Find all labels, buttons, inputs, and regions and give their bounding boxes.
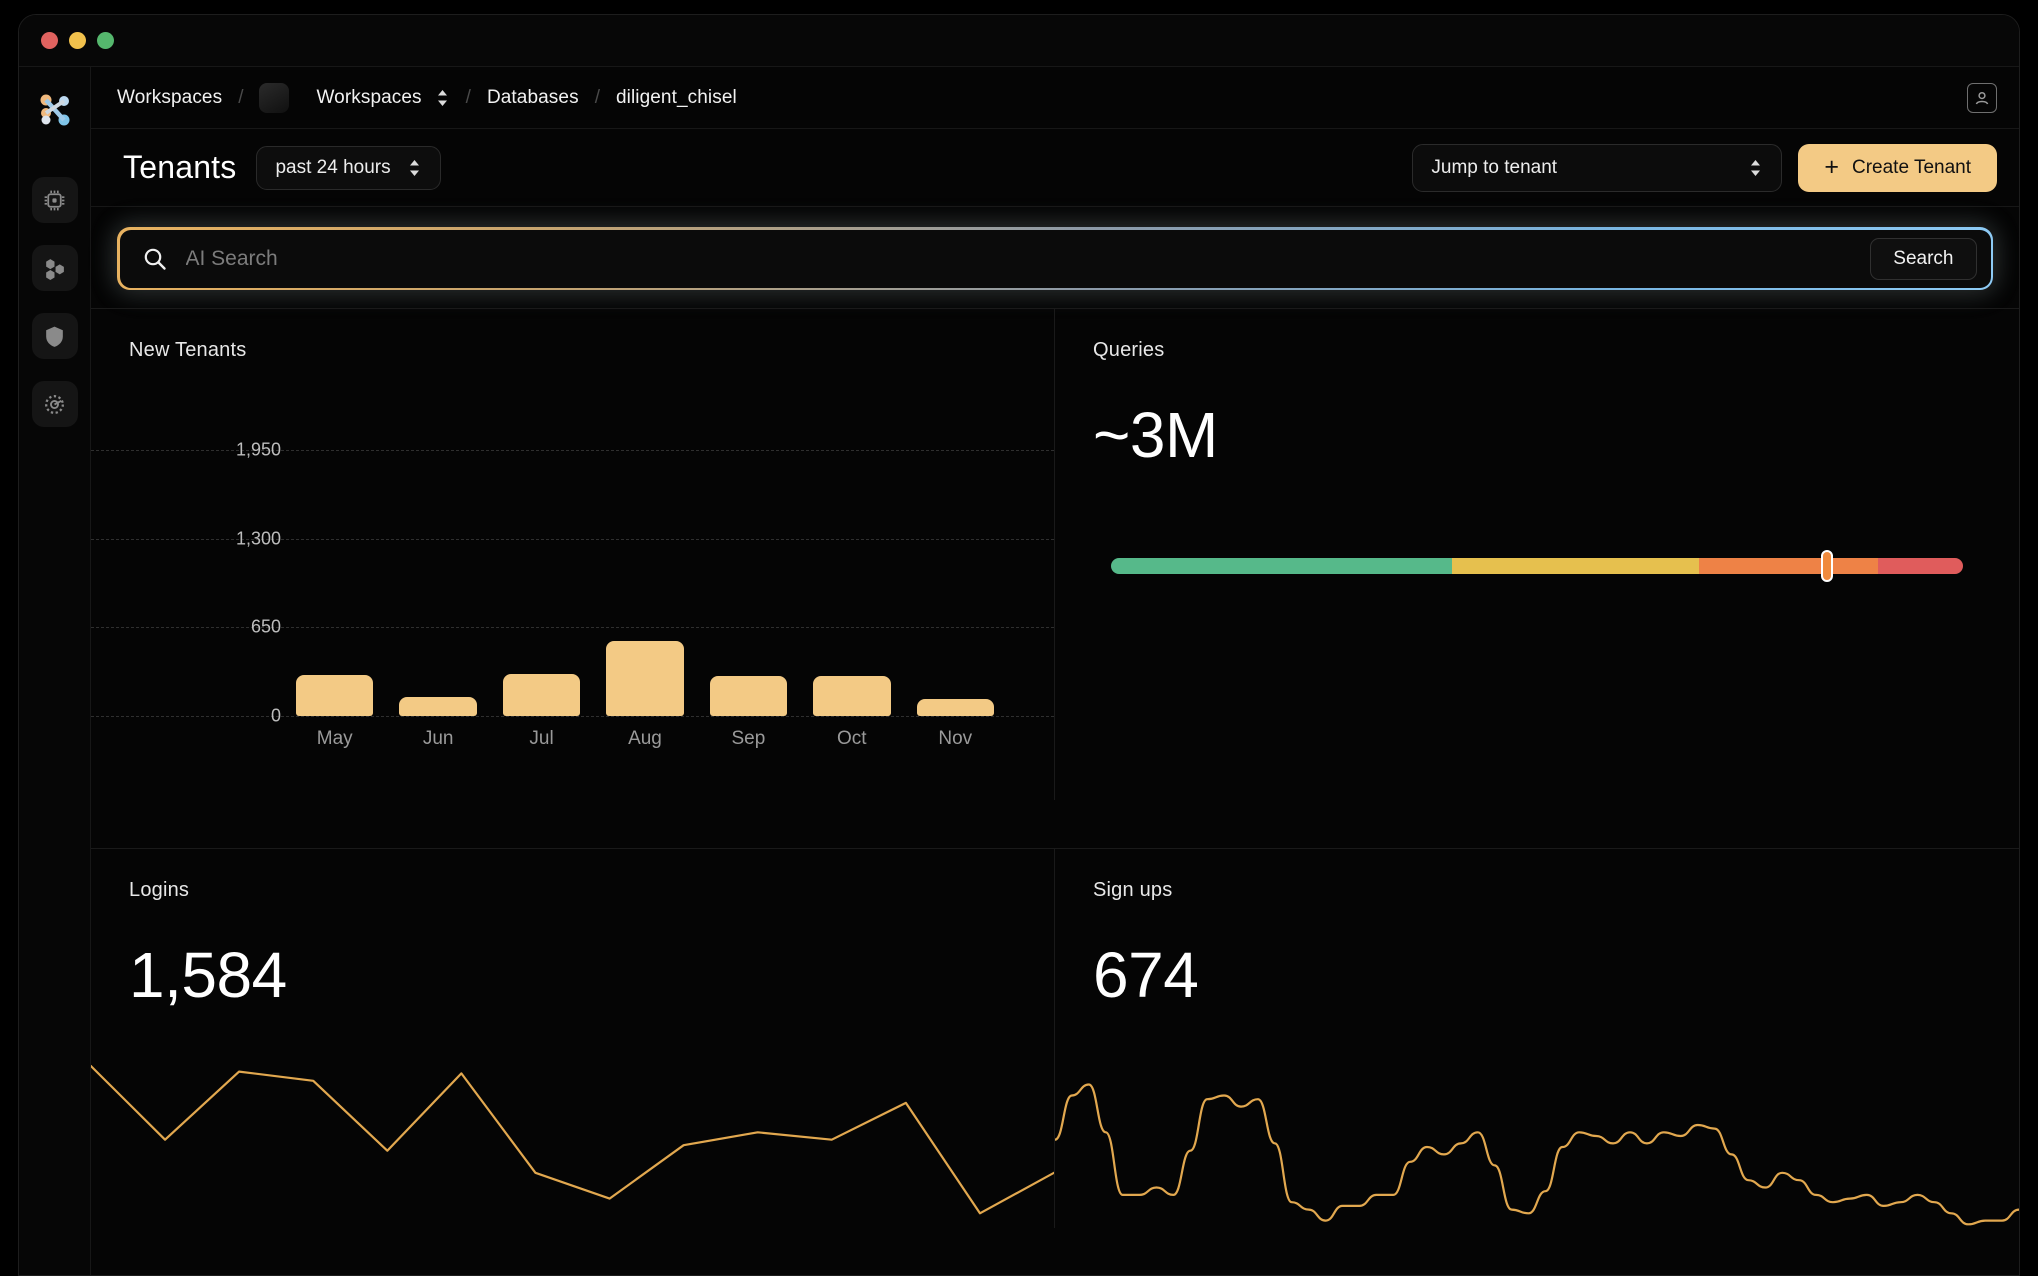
queries-gauge — [1111, 558, 1963, 574]
y-axis-tick-label: 1,300 — [235, 528, 281, 549]
bar-column — [606, 641, 684, 716]
sidebar — [19, 67, 91, 1275]
bar-column — [916, 698, 994, 716]
hexagons-icon — [46, 258, 64, 280]
sparkline-path — [91, 1066, 1054, 1213]
bar-column — [296, 675, 374, 716]
bar-group — [296, 416, 994, 716]
breadcrumb: Workspaces / Workspaces / Databases / di… — [91, 67, 2019, 129]
create-tenant-button[interactable]: + Create Tenant — [1798, 143, 1997, 192]
bar-column — [502, 674, 581, 716]
bar-column — [813, 676, 891, 716]
queries-gauge-marker[interactable] — [1820, 550, 1833, 582]
create-tenant-label: Create Tenant — [1851, 156, 1971, 178]
account-icon[interactable] — [1967, 82, 1997, 113]
x-axis-tick-label: Oct — [837, 728, 867, 749]
chip-icon — [44, 190, 65, 210]
jump-to-tenant-label: Jump to tenant — [1431, 156, 1558, 178]
bar-column — [399, 696, 477, 716]
bar[interactable] — [399, 696, 477, 716]
bar[interactable] — [709, 676, 788, 716]
sidebar-item-settings[interactable] — [31, 381, 78, 427]
window-controls — [41, 32, 114, 49]
app-body: Workspaces / Workspaces / Databases / di… — [19, 67, 2019, 1275]
workspace-avatar — [259, 82, 290, 113]
panel-title-signups: Sign ups — [1093, 878, 1173, 901]
breadcrumb-workspace-select[interactable]: Workspaces — [259, 82, 449, 113]
time-range-label: past 24 hours — [275, 156, 391, 178]
bar[interactable] — [606, 641, 684, 716]
signups-sparkline — [1055, 1028, 2019, 1228]
close-window-button[interactable] — [41, 32, 58, 49]
x-axis-tick-label: Jul — [529, 728, 554, 749]
panel-title-new-tenants: New Tenants — [129, 339, 247, 361]
nile-logo[interactable] — [34, 89, 76, 131]
plus-icon: + — [1824, 153, 1839, 181]
search-bar: Search — [117, 227, 1993, 290]
gauge-segment-moderate — [1451, 558, 1699, 574]
y-axis-tick-label: 0 — [270, 705, 281, 726]
window-titlebar — [19, 15, 2019, 67]
panel-title-logins: Logins — [129, 878, 190, 901]
chevron-updown-icon — [1751, 159, 1761, 176]
sparkline-path — [1055, 1084, 2019, 1224]
panel-signups: Sign ups 674 — [1055, 847, 2019, 1228]
breadcrumb-workspace: Workspaces — [316, 86, 422, 108]
gauge-segment-critical — [1877, 558, 1963, 574]
screen: Workspaces / Workspaces / Databases / di… — [0, 0, 2038, 1276]
y-axis-tick-label: 1,950 — [235, 439, 281, 460]
minimize-window-button[interactable] — [69, 32, 86, 49]
breadcrumb-root[interactable]: Workspaces — [117, 87, 222, 109]
y-axis-tick-label: 650 — [250, 616, 281, 637]
search-button[interactable]: Search — [1870, 237, 1977, 280]
x-axis-tick-label: Sep — [731, 728, 766, 749]
signups-value: 674 — [1093, 938, 1199, 1011]
sidebar-item-security[interactable] — [31, 313, 78, 359]
shield-icon — [46, 326, 63, 347]
search-bar-container: Search — [91, 207, 2019, 308]
x-axis-tick-label: May — [316, 728, 353, 749]
gauge-segment-good — [1111, 558, 1452, 574]
page-title: Tenants — [123, 149, 237, 185]
logins-sparkline — [91, 1028, 1054, 1228]
panel-queries: Queries ~3M — [1055, 308, 2019, 800]
main-content: Workspaces / Workspaces / Databases / di… — [91, 67, 2019, 1275]
chevron-updown-icon — [437, 89, 447, 106]
search-input[interactable] — [185, 246, 1871, 271]
bar-chart: 1,950 1,300 650 0 May Jun Jul Aug Sep Oct Nov — [91, 416, 1054, 749]
x-axis-tick-label: Nov — [938, 728, 973, 749]
bar[interactable] — [502, 674, 581, 716]
dashboard-grid: New Tenants 1,950 1,300 650 0 May Jun Jul Aug Se… — [91, 308, 2019, 1275]
queries-value: ~3M — [1093, 399, 1218, 471]
breadcrumb-separator-2: / — [465, 86, 471, 108]
x-axis-labels: May Jun Jul Aug Sep Oct Nov — [296, 728, 994, 750]
queries-gauge-container — [1111, 550, 1963, 582]
maximize-window-button[interactable] — [97, 32, 114, 49]
page-header: Tenants past 24 hours Jump to tenant + C… — [91, 129, 2019, 207]
time-range-select[interactable]: past 24 hours — [256, 145, 441, 190]
logins-value: 1,584 — [129, 938, 287, 1011]
x-axis-tick-label: Jun — [422, 728, 454, 749]
breadcrumb-databases[interactable]: Databases — [487, 87, 579, 109]
panel-title-queries: Queries — [1093, 339, 1165, 361]
x-axis-tick-label: Aug — [628, 728, 662, 749]
breadcrumb-separator-3: / — [594, 86, 600, 108]
search-icon — [144, 248, 166, 270]
sidebar-item-databases[interactable] — [31, 245, 78, 291]
sidebar-item-compute[interactable] — [31, 177, 78, 223]
bar[interactable] — [296, 675, 374, 716]
bar-column — [709, 676, 788, 716]
jump-to-tenant-select[interactable]: Jump to tenant — [1412, 143, 1783, 192]
gauge-segment-high — [1698, 558, 1878, 574]
gear-icon — [45, 394, 64, 414]
breadcrumb-separator: / — [238, 86, 244, 108]
app-window: Workspaces / Workspaces / Databases / di… — [18, 14, 2020, 1276]
chevron-updown-icon — [409, 159, 419, 176]
bar[interactable] — [813, 676, 891, 716]
search-bar-inner: Search — [119, 229, 1991, 288]
breadcrumb-database[interactable]: diligent_chisel — [616, 87, 737, 109]
panel-logins: Logins 1,584 — [91, 847, 1055, 1228]
panel-new-tenants: New Tenants 1,950 1,300 650 0 May Jun Jul Aug Se… — [91, 308, 1055, 800]
bar[interactable] — [916, 698, 994, 716]
